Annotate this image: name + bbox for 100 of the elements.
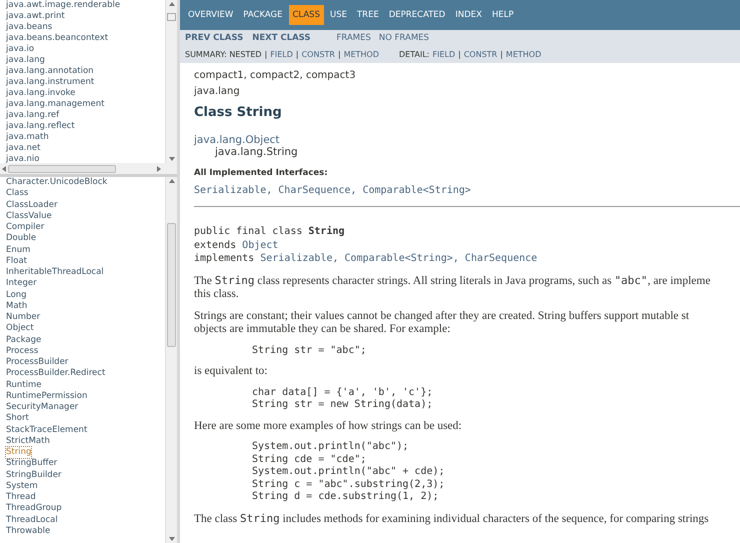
class-list-item[interactable]: Float — [6, 256, 27, 267]
class-title: Class String — [194, 104, 282, 122]
summary-label: SUMMARY: NESTED — [185, 49, 262, 62]
package-name: java.lang — [194, 85, 240, 99]
scroll-left-icon — [2, 166, 6, 172]
declaration-line: public final class String — [194, 225, 345, 239]
package-list-item[interactable]: java.lang.ref — [6, 110, 60, 121]
class-list-item[interactable]: StringBuilder — [6, 470, 62, 481]
description-paragraph: is equivalent to: — [194, 365, 268, 379]
class-list-item[interactable]: Double — [6, 233, 36, 244]
detail-link[interactable]: CONSTR — [464, 49, 498, 62]
class-list-item[interactable]: InheritableThreadLocal — [6, 267, 104, 278]
class-list-item[interactable]: ProcessBuilder — [6, 357, 68, 368]
description-paragraph: The String class represents character strings. All string literals in Java programs, such as "abc", are impleme this class. — [194, 274, 710, 302]
summary-label: | — [296, 49, 299, 62]
class-list-item[interactable]: ProcessBuilder.Redirect — [6, 368, 106, 380]
class-list-item[interactable]: Math — [6, 300, 28, 312]
nav-link[interactable]: OVERVIEW — [184, 4, 238, 26]
nav-link[interactable]: INDEX — [451, 4, 486, 26]
scroll-up-icon — [168, 2, 174, 6]
vertical-scrollbar[interactable] — [165, 0, 177, 163]
no-frames-link[interactable]: NO FRAMES — [378, 32, 430, 44]
scroll-down-icon — [168, 537, 174, 541]
package-list-item[interactable]: java.beans.beancontext — [6, 33, 108, 44]
class-list-item[interactable]: StrictMath — [6, 436, 50, 447]
scroll-right-icon — [157, 166, 161, 172]
detail-label: DETAIL: — [399, 49, 430, 62]
code-example: System.out.println("abc"); String cde = "cde"; System.out.println("abc" + cde); String c = "abc".substring(2,3); String d = cde.substring(1, 2); — [252, 441, 445, 504]
nav-link[interactable]: TREE — [352, 4, 383, 26]
class-list-item[interactable]: StackTraceElement — [6, 424, 88, 436]
class-list-item[interactable]: ClassLoader — [6, 200, 58, 211]
package-list-item[interactable]: java.lang.invoke — [6, 88, 76, 99]
package-list-item[interactable]: java.nio — [6, 154, 40, 163]
class-list-item[interactable]: Character.UnicodeBlock — [6, 177, 108, 188]
detail-link[interactable]: FIELD — [432, 49, 456, 62]
class-list-item[interactable]: Short — [6, 413, 29, 424]
package-list-item[interactable]: java.lang.management — [6, 99, 105, 110]
class-list-item[interactable]: Compiler — [6, 222, 44, 234]
class-list-item[interactable]: Runtime — [6, 380, 42, 391]
nav-link[interactable]: USE — [326, 4, 351, 26]
next-class-link[interactable]: NEXT CLASS — [252, 32, 311, 44]
class-list-item[interactable]: Package — [6, 334, 42, 346]
summary-link[interactable]: METHOD — [344, 49, 380, 62]
declaration-line: implements Serializable, Comparable<String>, CharSequence — [194, 252, 538, 266]
description-paragraph: Strings are constant; their values cannot be changed after they are created. String buffers support mutable st objects are immutable they can be shared. For example: — [194, 310, 690, 337]
detail-label: | — [458, 49, 461, 62]
class-list-item[interactable]: String — [6, 447, 32, 458]
package-list-item[interactable]: java.awt.print — [6, 11, 65, 22]
scrollbar-thumb[interactable] — [167, 223, 176, 347]
class-list-item[interactable]: Long — [6, 290, 27, 301]
detail-label: | — [500, 49, 503, 62]
package-list-item[interactable]: java.lang.instrument — [6, 77, 94, 88]
class-list-item[interactable]: Integer — [6, 278, 37, 290]
class-list-item[interactable]: Thread — [6, 492, 36, 504]
class-list-item[interactable]: Class — [6, 188, 28, 200]
package-list-item[interactable]: java.lang — [6, 55, 45, 66]
class-list-item[interactable]: Throwable — [6, 526, 50, 537]
nav-link[interactable]: HELP — [488, 4, 518, 26]
class-list-item[interactable]: System — [6, 480, 38, 492]
description-paragraph: The class String includes methods for examining individual characters of the sequence, for comparing strings — [194, 512, 709, 526]
class-list-item[interactable]: Process — [6, 346, 38, 357]
vertical-scrollbar[interactable] — [165, 177, 177, 543]
scrollbar-grip-icon — [167, 12, 176, 20]
scroll-down-icon — [168, 157, 174, 161]
package-list-item[interactable]: java.io — [6, 44, 34, 55]
detail-link[interactable]: METHOD — [506, 49, 542, 62]
horizontal-scrollbar[interactable] — [0, 163, 177, 174]
summary-label: | — [338, 49, 341, 62]
prev-class-link[interactable]: PREV CLASS — [185, 32, 244, 44]
interfaces-links[interactable]: Serializable, CharSequence, Comparable<String> — [194, 183, 471, 198]
code-example: char data[] = {'a', 'b', 'c'}; String str = new String(data); — [252, 386, 433, 412]
summary-label: | — [264, 49, 268, 62]
interfaces-heading: All Implemented Interfaces: — [194, 166, 329, 180]
class-list-item[interactable]: RuntimePermission — [6, 390, 88, 402]
nav-link[interactable]: DEPRECATED — [384, 4, 450, 26]
class-list-item[interactable]: StringBuffer — [6, 458, 58, 470]
class-list-item[interactable]: Number — [6, 312, 40, 324]
class-list-item[interactable]: ClassValue — [6, 210, 52, 222]
scrollbar-thumb[interactable] — [8, 164, 116, 172]
nav-link[interactable]: PACKAGE — [239, 4, 286, 26]
package-list-item[interactable]: java.beans — [6, 22, 52, 33]
package-list-item[interactable]: java.awt.image.renderable — [6, 0, 120, 11]
class-list-item[interactable]: ThreadGroup — [6, 503, 62, 514]
class-name: java.lang.String — [215, 146, 298, 158]
class-list-item[interactable]: Object — [6, 323, 34, 334]
class-list-item[interactable]: SecurityManager — [6, 402, 78, 414]
package-list-item[interactable]: java.math — [6, 132, 49, 143]
package-list-item[interactable]: java.net — [6, 143, 40, 154]
class-list-item[interactable]: Enum — [6, 244, 30, 256]
package-list-item[interactable]: java.lang.reflect — [6, 121, 75, 132]
nav-link[interactable]: CLASS — [288, 4, 324, 26]
superclass-link[interactable]: java.lang.Object — [194, 134, 280, 146]
declaration-line: extends Object — [194, 238, 278, 252]
summary-link[interactable]: FIELD — [270, 49, 293, 62]
package-list-item[interactable]: java.lang.annotation — [6, 66, 94, 77]
profiles-text: compact1, compact2, compact3 — [194, 69, 356, 83]
summary-link[interactable]: CONSTR — [302, 49, 335, 62]
class-list-item[interactable]: ThreadLocal — [6, 514, 58, 526]
frames-link[interactable]: FRAMES — [336, 32, 371, 44]
code-example: String str = "abc"; — [252, 344, 366, 358]
